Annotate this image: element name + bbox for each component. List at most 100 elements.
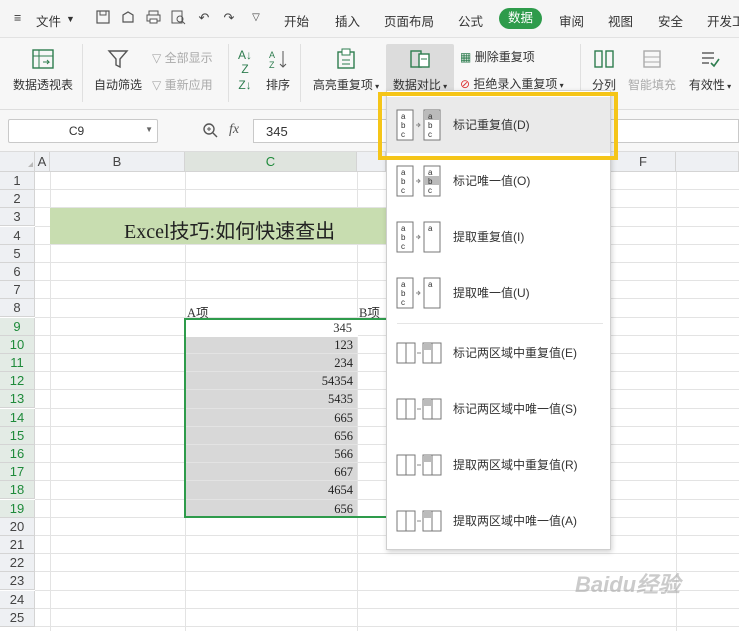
row-header[interactable]: 9: [0, 317, 35, 336]
row-header[interactable]: 19: [0, 499, 35, 518]
tab-view[interactable]: 视图: [608, 11, 633, 30]
row-header[interactable]: 18: [0, 481, 35, 500]
pivot-table-button[interactable]: 数据透视表: [10, 48, 76, 93]
svg-text:c: c: [428, 186, 432, 195]
row-header[interactable]: 1: [0, 172, 35, 190]
file-chevron-icon[interactable]: ▼: [66, 14, 75, 24]
dropdown-item[interactable]: a b c a 提取唯一值(U): [387, 265, 610, 321]
dropdown-divider: [397, 323, 603, 324]
file-menu[interactable]: 文件: [36, 11, 61, 30]
dropdown-item[interactable]: 标记两区域中重复值(E): [387, 325, 610, 381]
smart-fill-label: 智能填充: [627, 78, 676, 92]
save-icon[interactable]: [95, 10, 111, 26]
highlight-duplicates-button[interactable]: 高亮重复项 ▾: [308, 48, 384, 93]
column-header-g[interactable]: [676, 152, 739, 172]
row-header[interactable]: 14: [0, 408, 35, 427]
column-compare-icon: abca: [396, 221, 442, 256]
fx-icon[interactable]: fx: [229, 122, 239, 138]
reject-duplicates-icon: ⊘: [460, 77, 471, 91]
pivot-table-icon: [32, 49, 54, 69]
tab-formulas[interactable]: 公式: [458, 11, 483, 30]
row-gridline: [35, 607, 739, 609]
formula-bar: C9 ▼ fx 345: [0, 110, 739, 152]
dropdown-item-label: 提取重复值(I): [453, 230, 525, 244]
select-all-corner[interactable]: [0, 152, 35, 172]
show-all-button[interactable]: ▽ 全部显示: [152, 49, 213, 66]
redo-icon[interactable]: ↷: [221, 10, 237, 26]
row-header[interactable]: 22: [0, 554, 35, 573]
data-validation-button[interactable]: 有效性 ▾: [686, 48, 734, 93]
row-header[interactable]: 13: [0, 390, 35, 409]
sort-button[interactable]: AZ 排序: [262, 48, 294, 93]
dropdown-item[interactable]: 提取两区域中唯一值(A): [387, 493, 610, 549]
row-header[interactable]: 6: [0, 263, 35, 281]
spreadsheet-grid[interactable]: A B C F 1 2 3 4 5 6 7 8 9 10 11 12 13 14 15 16 17 18 19 20 2…: [0, 152, 739, 631]
name-box-chevron-icon[interactable]: ▼: [145, 125, 153, 134]
two-region-compare-icon: [396, 453, 442, 480]
svg-text:a: a: [428, 168, 433, 177]
zoom-icon[interactable]: [202, 122, 218, 138]
column-compare-icon: abcabc: [396, 165, 442, 200]
svg-text:c: c: [401, 298, 405, 307]
print-icon[interactable]: [145, 10, 161, 26]
row-header[interactable]: 10: [0, 335, 35, 354]
sort-desc-icon[interactable]: Z↓: [237, 78, 253, 92]
svg-text:A: A: [269, 50, 275, 60]
active-cell-value: 345: [333, 321, 352, 335]
row-header[interactable]: 3: [0, 208, 35, 227]
svg-text:a: a: [401, 280, 406, 289]
tab-review[interactable]: 审阅: [559, 11, 584, 30]
row-header[interactable]: 24: [0, 590, 35, 609]
tab-insert[interactable]: 插入: [335, 11, 360, 30]
undo-icon[interactable]: ↶: [196, 10, 212, 26]
row-header[interactable]: 11: [0, 354, 35, 372]
more-chevron-icon[interactable]: ▽: [248, 10, 264, 26]
column-header-f[interactable]: F: [611, 152, 676, 172]
autofilter-label: 自动筛选: [93, 78, 142, 92]
row-header[interactable]: 21: [0, 536, 35, 554]
column-header-c[interactable]: C: [185, 152, 357, 172]
tab-security[interactable]: 安全: [658, 11, 683, 30]
row-header[interactable]: 25: [0, 608, 35, 627]
row-header[interactable]: 2: [0, 190, 35, 209]
row-header[interactable]: 17: [0, 463, 35, 482]
row-header[interactable]: 16: [0, 445, 35, 463]
menu-bar: ≡ 文件 ▼ ↶ ↷ ▽ 开始 插入 页面布局 公式 数据 审阅 视图 安全 开…: [0, 0, 739, 38]
tab-data[interactable]: 数据: [499, 8, 542, 29]
column-header-b[interactable]: B: [50, 152, 185, 172]
tab-developer[interactable]: 开发工: [707, 11, 739, 30]
name-box[interactable]: C9 ▼: [8, 119, 158, 143]
row-header[interactable]: 5: [0, 244, 35, 263]
text-to-columns-button[interactable]: 分列: [588, 48, 620, 93]
sort-asc-icon[interactable]: A↓ Z: [237, 48, 253, 76]
row-header[interactable]: 4: [0, 226, 35, 245]
row-header[interactable]: 20: [0, 517, 35, 536]
highlight-duplicates-icon: [337, 48, 355, 69]
export-icon[interactable]: [120, 10, 136, 26]
hamburger-icon[interactable]: ≡: [14, 11, 21, 25]
remove-duplicates-button[interactable]: ▦ 删除重复项: [460, 48, 535, 65]
row-header[interactable]: 15: [0, 426, 35, 445]
tab-page-layout[interactable]: 页面布局: [384, 11, 434, 30]
sort-label: 排序: [265, 78, 290, 92]
row-header[interactable]: 7: [0, 281, 35, 300]
dropdown-item[interactable]: a b c a 提取重复值(I): [387, 209, 610, 265]
svg-text:c: c: [401, 186, 405, 195]
dropdown-item[interactable]: 标记两区域中唯一值(S): [387, 381, 610, 437]
autofilter-button[interactable]: 自动筛选: [92, 48, 144, 93]
reapply-button[interactable]: ▽ 重新应用: [152, 76, 213, 93]
dropdown-item[interactable]: a b c a b c 标记唯一值(O): [387, 153, 610, 209]
formula-value: 345: [266, 124, 288, 139]
column-header-a[interactable]: A: [35, 152, 50, 172]
row-header[interactable]: 8: [0, 299, 35, 318]
watermark-logo: Baidu经验: [575, 572, 681, 597]
row-gridline: [35, 626, 739, 627]
tab-home[interactable]: 开始: [284, 11, 309, 30]
row-header[interactable]: 12: [0, 372, 35, 391]
sheet-title: Excel技巧:如何快速查出: [124, 221, 336, 243]
smart-fill-button[interactable]: 智能填充: [626, 48, 678, 93]
row-header[interactable]: 23: [0, 572, 35, 591]
print-preview-icon[interactable]: [170, 10, 186, 26]
dropdown-item[interactable]: 提取两区域中重复值(R): [387, 437, 610, 493]
two-region-compare-icon: [396, 397, 442, 424]
